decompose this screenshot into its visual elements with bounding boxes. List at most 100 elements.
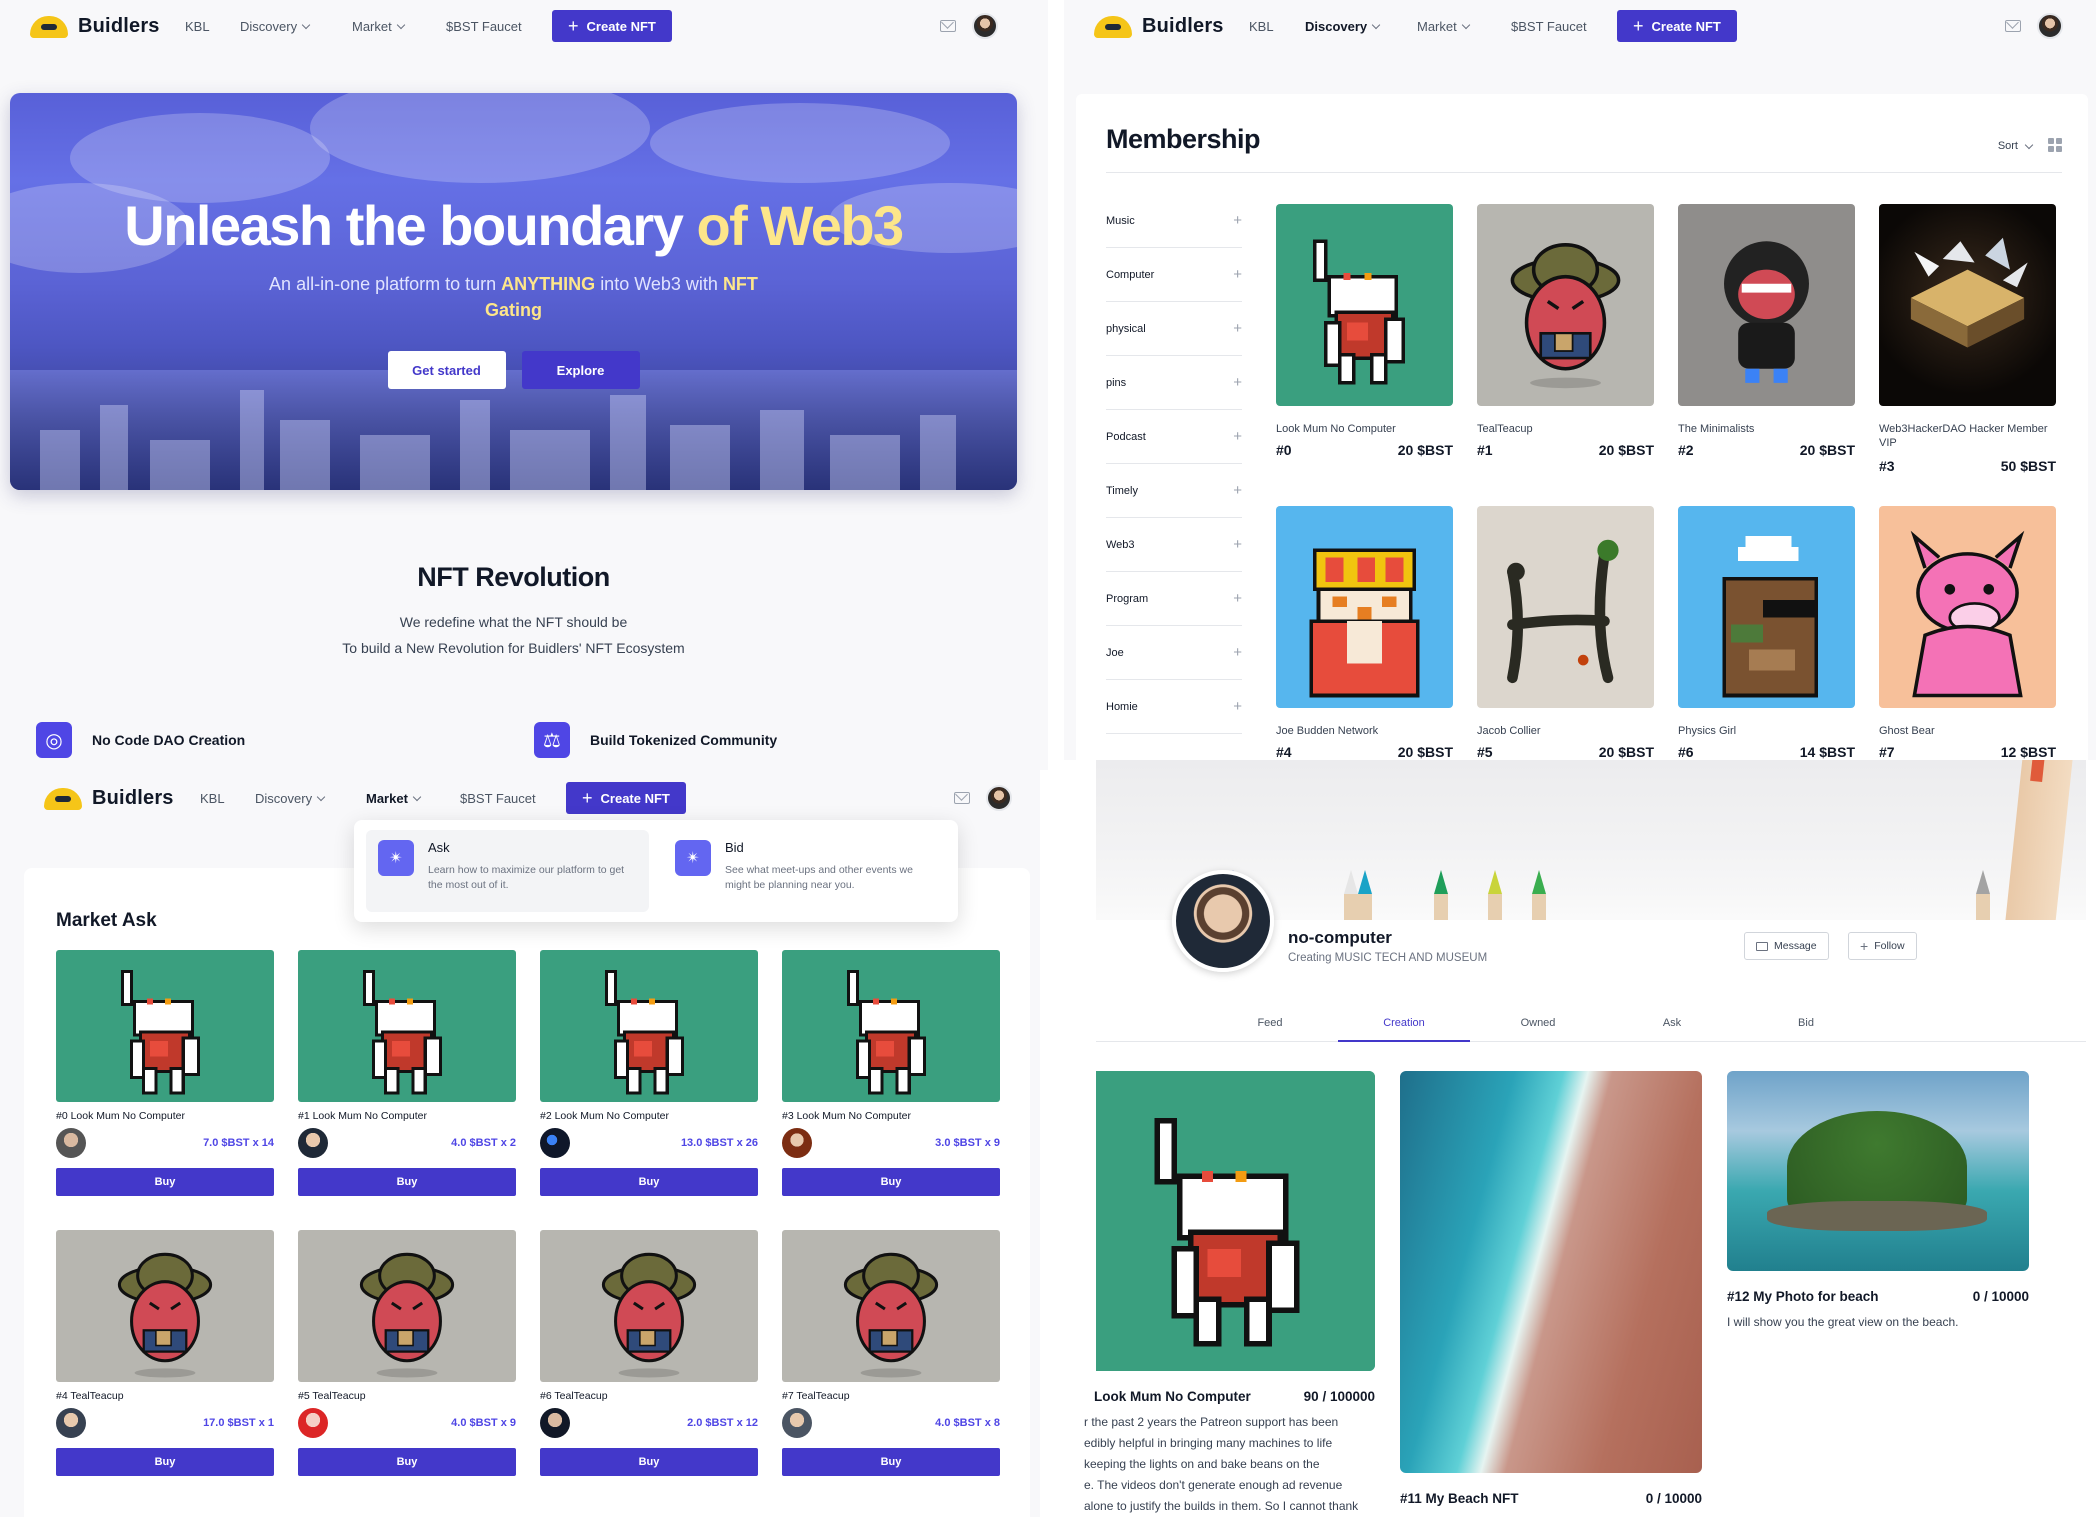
- buy-button[interactable]: Buy: [782, 1168, 1000, 1196]
- market-card[interactable]: #3 Look Mum No Computer 3.0 $BST x 9 Buy: [782, 950, 1000, 1196]
- nav-faucet[interactable]: $BST Faucet: [460, 791, 536, 806]
- nav-market[interactable]: Market: [1417, 19, 1470, 34]
- nav-kbl[interactable]: KBL: [1249, 19, 1274, 34]
- membership-card[interactable]: Physics Girl #6 14 $BST: [1678, 506, 1855, 760]
- nft-price: 14 $BST: [1799, 744, 1855, 760]
- create-nft-button[interactable]: + Create NFT: [1617, 10, 1737, 42]
- ask-price: 4.0 $BST x 9: [451, 1417, 516, 1429]
- nav-market[interactable]: Market: [366, 791, 422, 806]
- membership-card[interactable]: Joe Budden Network #4 20 $BST: [1276, 506, 1453, 760]
- market-card[interactable]: #1 Look Mum No Computer 4.0 $BST x 2 Buy: [298, 950, 516, 1196]
- nft-id: #1: [1477, 442, 1493, 458]
- get-started-button[interactable]: Get started: [387, 351, 506, 389]
- menu-item-ask-desc: Learn how to maximize our platform to ge…: [428, 864, 625, 891]
- logo[interactable]: Buidlers: [1094, 14, 1224, 38]
- category-item[interactable]: Program +: [1106, 572, 1242, 626]
- nft-image: [298, 1230, 516, 1382]
- message-button[interactable]: Message: [1744, 932, 1829, 960]
- category-item[interactable]: Homie +: [1106, 680, 1242, 734]
- nav-discovery[interactable]: Discovery: [1305, 19, 1381, 34]
- membership-card[interactable]: The Minimalists #2 20 $BST: [1678, 204, 1855, 458]
- category-item[interactable]: Computer +: [1106, 248, 1242, 302]
- membership-card[interactable]: Ghost Bear #7 12 $BST: [1879, 506, 2056, 760]
- nav-discovery[interactable]: Discovery: [255, 791, 326, 806]
- nft-name: #4 TealTeacup: [56, 1390, 124, 1402]
- sort-dropdown[interactable]: Sort: [1998, 140, 2034, 152]
- membership-screen: Buidlers KBL Discovery Market $BST Fauce…: [1064, 0, 2096, 760]
- follow-button[interactable]: + Follow: [1848, 932, 1917, 960]
- buy-button[interactable]: Buy: [56, 1448, 274, 1476]
- market-card[interactable]: #4 TealTeacup 17.0 $BST x 1 Buy: [56, 1230, 274, 1476]
- category-item[interactable]: physical +: [1106, 302, 1242, 356]
- buy-button[interactable]: Buy: [540, 1168, 758, 1196]
- creation-card[interactable]: #11 My Beach NFT 0 / 10000: [1400, 1071, 1702, 1506]
- buy-button[interactable]: Buy: [540, 1448, 758, 1476]
- nav-kbl[interactable]: KBL: [200, 791, 225, 806]
- category-item[interactable]: Timely +: [1106, 464, 1242, 518]
- tab-creation[interactable]: Creation: [1338, 1008, 1470, 1042]
- explore-button[interactable]: Explore: [521, 351, 640, 389]
- market-card[interactable]: #7 TealTeacup 4.0 $BST x 8 Buy: [782, 1230, 1000, 1476]
- menu-item-ask[interactable]: ✴ Ask Learn how to maximize our platform…: [366, 830, 649, 912]
- category-item[interactable]: Music +: [1106, 194, 1242, 248]
- nft-id: #7: [1879, 744, 1895, 760]
- creation-card[interactable]: #12 My Photo for beach 0 / 10000 I will s…: [1727, 1071, 2029, 1333]
- nft-name: Look Mum No Computer: [1276, 423, 1396, 435]
- category-label: Program: [1106, 592, 1149, 605]
- user-avatar[interactable]: [986, 785, 1012, 811]
- buy-button[interactable]: Buy: [298, 1168, 516, 1196]
- grid-view-icon[interactable]: [2048, 138, 2062, 152]
- seller-avatar[interactable]: [540, 1408, 570, 1438]
- tab-feed[interactable]: Feed: [1204, 1008, 1336, 1042]
- create-nft-button[interactable]: + Create NFT: [552, 10, 672, 42]
- category-item[interactable]: Podcast +: [1106, 410, 1242, 464]
- logo[interactable]: Buidlers: [30, 14, 160, 38]
- tab-bid[interactable]: Bid: [1740, 1008, 1872, 1042]
- nav-faucet[interactable]: $BST Faucet: [446, 19, 522, 34]
- nav-kbl[interactable]: KBL: [185, 19, 210, 34]
- membership-card[interactable]: TealTeacup #1 20 $BST: [1477, 204, 1654, 458]
- market-card[interactable]: #2 Look Mum No Computer 13.0 $BST x 26 B…: [540, 950, 758, 1196]
- seller-avatar[interactable]: [56, 1128, 86, 1158]
- membership-card[interactable]: Jacob Collier #5 20 $BST: [1477, 506, 1654, 760]
- nav-discovery[interactable]: Discovery: [240, 19, 311, 34]
- market-card[interactable]: #5 TealTeacup 4.0 $BST x 9 Buy: [298, 1230, 516, 1476]
- hero-title: Unleash the boundary of Web3: [10, 193, 1017, 258]
- nft-price: 20 $BST: [1799, 442, 1855, 458]
- mail-icon[interactable]: [940, 20, 956, 32]
- market-card[interactable]: #0 Look Mum No Computer 7.0 $BST x 14 Bu…: [56, 950, 274, 1196]
- tab-owned[interactable]: Owned: [1472, 1008, 1604, 1042]
- menu-item-bid[interactable]: ✴ Bid See what meet-ups and other events…: [663, 830, 946, 912]
- plus-icon: +: [582, 788, 593, 808]
- seller-avatar[interactable]: [56, 1408, 86, 1438]
- buy-button[interactable]: Buy: [56, 1168, 274, 1196]
- creation-card[interactable]: Look Mum No Computer 90 / 100000 r the pa…: [1084, 1071, 1375, 1517]
- category-label: Podcast: [1106, 430, 1146, 443]
- category-item[interactable]: Joe +: [1106, 626, 1242, 680]
- seller-avatar[interactable]: [782, 1408, 812, 1438]
- user-avatar[interactable]: [2037, 13, 2063, 39]
- nav-market[interactable]: Market: [352, 19, 405, 34]
- seller-avatar[interactable]: [298, 1128, 328, 1158]
- buy-button[interactable]: Buy: [298, 1448, 516, 1476]
- market-card[interactable]: #6 TealTeacup 2.0 $BST x 12 Buy: [540, 1230, 758, 1476]
- tab-ask[interactable]: Ask: [1606, 1008, 1738, 1042]
- seller-avatar[interactable]: [298, 1408, 328, 1438]
- category-item[interactable]: Web3 +: [1106, 518, 1242, 572]
- mail-icon[interactable]: [954, 792, 970, 804]
- logo[interactable]: Buidlers: [44, 786, 174, 810]
- category-item[interactable]: pins +: [1106, 356, 1242, 410]
- nft-id: #5: [1477, 744, 1493, 760]
- create-nft-button[interactable]: + Create NFT: [566, 782, 686, 814]
- mail-icon[interactable]: [2005, 20, 2021, 32]
- nft-name: #6 TealTeacup: [540, 1390, 608, 1402]
- nav-faucet[interactable]: $BST Faucet: [1511, 19, 1587, 34]
- membership-card[interactable]: Look Mum No Computer #0 20 $BST: [1276, 204, 1453, 458]
- user-avatar[interactable]: [972, 13, 998, 39]
- category-label: pins: [1106, 376, 1127, 389]
- nft-name: Joe Budden Network: [1276, 725, 1379, 737]
- seller-avatar[interactable]: [540, 1128, 570, 1158]
- buy-button[interactable]: Buy: [782, 1448, 1000, 1476]
- membership-card[interactable]: Web3HackerDAO Hacker Member VIP #3 50 $BS…: [1879, 204, 2056, 474]
- seller-avatar[interactable]: [782, 1128, 812, 1158]
